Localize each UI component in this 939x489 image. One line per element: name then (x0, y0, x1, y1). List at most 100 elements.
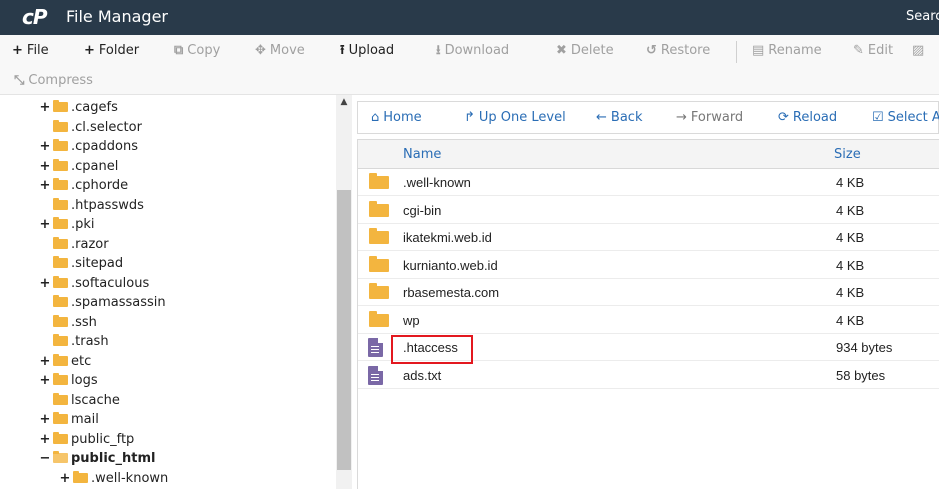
expand-icon[interactable]: + (39, 410, 51, 429)
tree-item-label: public_html (71, 451, 156, 466)
tree-item[interactable]: − public_html (39, 449, 155, 468)
compress-icon: ⤡ (14, 73, 25, 88)
top-header: cP File Manager Search (0, 0, 939, 35)
scrollbar-thumb[interactable] (337, 190, 351, 470)
new-folder-button[interactable]: + Folder (84, 42, 139, 60)
pencil-icon: ✎ (853, 43, 864, 58)
folder-icon (53, 353, 68, 366)
table-header: Name Size (358, 139, 939, 169)
tree-item[interactable]: + .cpanel (39, 157, 118, 176)
checkbox-icon: ☑ (872, 110, 884, 125)
compress-button[interactable]: ⤡ Compress (14, 72, 93, 90)
file-size: 4 KB (836, 175, 865, 190)
html-editor-button[interactable]: ▨ (912, 42, 928, 60)
expand-icon[interactable]: + (39, 98, 51, 117)
folder-icon (53, 295, 68, 307)
delete-button[interactable]: ✖ Delete (556, 42, 614, 60)
folder-icon (53, 236, 68, 249)
file-name: .well-known (403, 175, 471, 190)
download-icon: ⭳ (436, 43, 441, 58)
file-name: ads.txt (403, 367, 442, 383)
tree-item[interactable]: .ssh (51, 313, 97, 332)
folder-icon (53, 412, 68, 424)
table-row[interactable]: .well-known 4 KB (358, 169, 939, 196)
forward-button[interactable]: → Forward (676, 109, 743, 127)
tree-item[interactable]: .sitepad (51, 254, 123, 273)
table-row[interactable]: wp 4 KB (358, 307, 939, 334)
column-header-size[interactable]: Size (834, 146, 861, 164)
upload-button[interactable]: ⭱ Upload (340, 42, 394, 60)
forward-label: Forward (690, 110, 744, 125)
table-row[interactable]: kurnianto.web.id 4 KB (358, 252, 939, 279)
tree-item[interactable]: + .cagefs (39, 98, 118, 117)
edit-button[interactable]: ✎ Edit (853, 42, 893, 60)
move-button[interactable]: ✥ Move (255, 42, 305, 60)
tree-item-label: etc (71, 353, 92, 369)
expand-icon[interactable]: + (39, 215, 51, 234)
folder-open-icon (53, 451, 68, 463)
new-file-button[interactable]: + File (12, 42, 49, 60)
file-size: 4 KB (836, 312, 865, 328)
level-up-icon: ↱ (464, 110, 475, 125)
folder-icon (53, 158, 68, 171)
tree-item[interactable]: + .softaculous (39, 274, 149, 293)
expand-icon[interactable]: + (39, 157, 51, 176)
collapse-icon[interactable]: − (39, 449, 51, 468)
table-row[interactable]: ikatekmi.web.id 4 KB (358, 224, 939, 251)
page-title: File Manager (66, 7, 168, 26)
expand-icon[interactable]: + (39, 274, 51, 293)
copy-button[interactable]: ⧉ Copy (174, 42, 220, 60)
expand-icon[interactable]: + (59, 469, 71, 488)
tree-item[interactable]: .htpasswds (51, 196, 144, 215)
expand-icon[interactable]: + (39, 352, 51, 371)
tree-item[interactable]: + logs (39, 371, 98, 390)
tree-item[interactable]: + etc (39, 352, 91, 371)
move-icon: ✥ (255, 43, 266, 58)
scroll-up-arrow-icon[interactable]: ▲ (336, 95, 352, 109)
tree-item[interactable]: lscache (51, 391, 120, 410)
restore-button[interactable]: ↺ Restore (646, 42, 710, 60)
tree-scrollbar[interactable]: ▲ (336, 95, 352, 489)
rename-button[interactable]: ▤ Rename (752, 42, 822, 60)
copy-icon: ⧉ (174, 43, 184, 58)
cpanel-logo[interactable]: cP (22, 6, 47, 28)
expand-icon[interactable]: + (39, 371, 51, 390)
table-row[interactable]: ads.txt 58 bytes (358, 362, 939, 389)
tree-item[interactable]: .spamassassin (51, 293, 166, 312)
tree-item-label: .razor (71, 236, 109, 252)
back-button[interactable]: ← Back (596, 109, 642, 127)
arrow-left-icon: ← (596, 110, 607, 125)
expand-icon[interactable]: + (39, 137, 51, 156)
folder-icon (73, 470, 88, 483)
tree-item[interactable]: + .pki (39, 215, 95, 234)
table-row[interactable]: cgi-bin 4 KB (358, 197, 939, 224)
home-label: Home (383, 110, 422, 125)
tree-item[interactable]: + .cphorde (39, 176, 128, 195)
delete-icon: ✖ (556, 43, 567, 58)
select-all-button[interactable]: ☑Select All (872, 109, 939, 127)
tree-item[interactable]: + .well-known (59, 469, 168, 488)
download-button[interactable]: ⭳ Download (436, 42, 509, 60)
home-button[interactable]: ⌂ Home (371, 109, 422, 127)
tree-item[interactable]: .trash (51, 332, 109, 351)
column-header-name[interactable]: Name (403, 146, 441, 164)
tree-item[interactable]: .razor (51, 235, 109, 254)
table-row[interactable]: rbasemesta.com 4 KB (358, 279, 939, 306)
folder-icon (369, 283, 389, 299)
up-one-level-button[interactable]: ↱ Up One Level (464, 109, 566, 127)
expand-icon[interactable]: + (39, 176, 51, 195)
search-link[interactable]: Search (906, 8, 939, 26)
tree-item[interactable]: + .cpaddons (39, 137, 138, 156)
tree-item[interactable]: + public_ftp (39, 430, 134, 449)
expand-icon[interactable]: + (39, 430, 51, 449)
tree-item[interactable]: .cl.selector (51, 118, 142, 137)
delete-label: Delete (570, 43, 614, 58)
folder-icon (53, 100, 68, 112)
tree-item[interactable]: + mail (39, 410, 99, 429)
folder-icon (53, 119, 68, 132)
file-manager-app: cP File Manager Search +File +Folder ⧉Co… (0, 0, 939, 489)
tree-item-label: logs (71, 373, 98, 388)
restore-label: Restore (660, 43, 711, 58)
file-table: Name Size .well-known 4 KB cgi-bin 4 KB ikat… (357, 139, 939, 489)
reload-button[interactable]: ⟳ Reload (778, 109, 837, 127)
